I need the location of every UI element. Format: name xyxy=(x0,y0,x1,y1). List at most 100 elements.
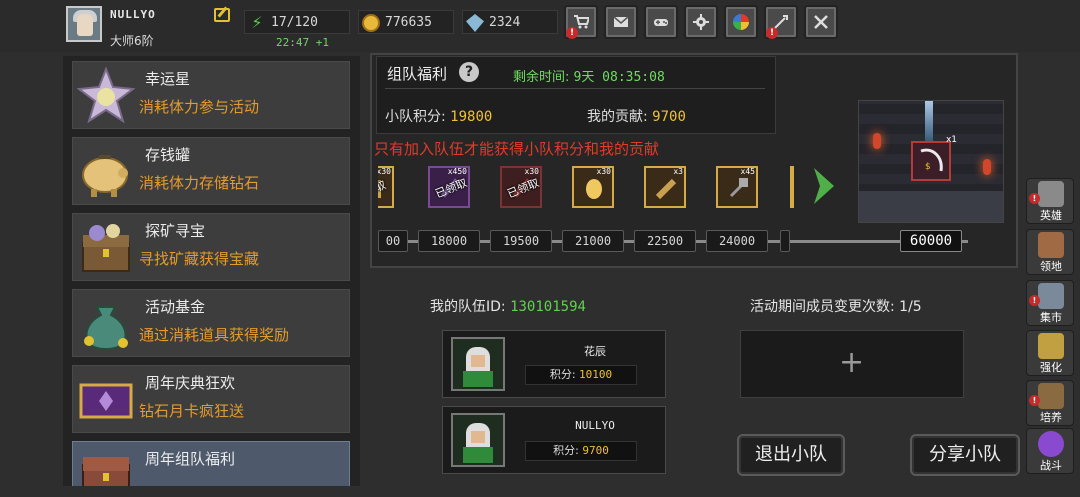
score-threshold: 24000 xyxy=(706,230,768,252)
treasure-chest-icon xyxy=(82,224,130,272)
event-list[interactable]: 幸运星 消耗体力参与活动 存钱罐 消耗体力存储钻石 探矿寻宝 寻找矿藏获得宝藏 … xyxy=(63,56,360,486)
torch-icon xyxy=(983,159,991,175)
event-item-treasure-hunt[interactable]: 探矿寻宝 寻找矿藏获得宝藏 xyxy=(72,213,350,281)
portal-icon xyxy=(1038,431,1064,457)
score-threshold: 19500 xyxy=(490,230,552,252)
reward-item-icon xyxy=(655,178,677,200)
player-rank: 大师6阶 xyxy=(110,34,154,48)
event-item-piggy-bank[interactable]: 存钱罐 消耗体力存储钻石 xyxy=(72,137,350,205)
member-score-value: 10100 xyxy=(579,368,613,381)
team-id-value: 130101594 xyxy=(510,299,586,315)
event-item-fund[interactable]: 活动基金 通过消耗道具获得奖励 xyxy=(72,289,350,357)
alert-badge: ! xyxy=(1029,193,1040,204)
add-member-slot[interactable]: + xyxy=(740,330,964,398)
reward-item[interactable]: x450 已领取 xyxy=(428,166,470,208)
alert-badge: ! xyxy=(1029,295,1040,306)
team-member-card[interactable]: 花辰 积分: 10100 xyxy=(442,330,666,398)
member-name: NULLYO xyxy=(575,419,615,432)
event-item-desc: 消耗体力存储钻石 xyxy=(139,174,260,192)
team-id: 我的队伍ID: 130101594 xyxy=(430,296,586,316)
swords-icon xyxy=(814,15,828,29)
card-icon xyxy=(79,383,133,419)
event-item-title: 周年庆典狂欢 xyxy=(145,374,236,392)
event-item-title: 周年组队福利 xyxy=(145,450,236,468)
member-score-value: 9700 xyxy=(582,444,609,457)
player-name: NULLYO xyxy=(110,8,156,21)
stamina-value: 17/120 xyxy=(271,15,318,30)
edit-name-icon[interactable] xyxy=(214,8,230,22)
reward-item[interactable]: x30 领取 xyxy=(378,166,394,208)
helmet-icon xyxy=(1038,181,1064,207)
anvil-icon xyxy=(1038,333,1064,359)
market-icon xyxy=(1038,283,1064,309)
arrow-right-icon[interactable] xyxy=(812,164,836,208)
reward-item[interactable]: x30 已领取 xyxy=(500,166,542,208)
battle-button[interactable] xyxy=(804,5,838,39)
team-id-label: 我的队伍ID: xyxy=(430,299,511,315)
grand-prize-item[interactable]: $ x1 xyxy=(911,135,957,181)
grand-prize-preview[interactable]: $ x1 xyxy=(858,100,1004,223)
side-nav-label: 培养 xyxy=(1040,411,1062,424)
member-avatar xyxy=(451,337,505,391)
side-nav-item[interactable]: ! 集市 xyxy=(1026,280,1074,326)
side-nav-item[interactable]: ! 英雄 xyxy=(1026,178,1074,224)
piggy-bank-icon xyxy=(82,155,128,197)
side-nav-item[interactable]: 领地 xyxy=(1026,229,1074,275)
member-avatar xyxy=(451,413,505,467)
money-bag-icon xyxy=(84,306,128,351)
event-item-team-welfare[interactable]: 周年组队福利 xyxy=(72,441,350,486)
score-threshold: 00 xyxy=(378,230,408,252)
plus-icon: + xyxy=(839,345,865,380)
reward-count: x45 xyxy=(740,167,755,176)
player-avatar[interactable] xyxy=(66,6,102,42)
lightning-icon: ⚡ xyxy=(251,13,263,32)
grand-prize-count: x1 xyxy=(945,135,957,145)
event-item-desc: 消耗体力参与活动 xyxy=(139,98,260,116)
event-item-title: 探矿寻宝 xyxy=(145,222,206,240)
castle-icon xyxy=(1038,232,1064,258)
event-item-desc: 通过消耗道具获得奖励 xyxy=(139,326,290,344)
score-threshold: 21000 xyxy=(562,230,624,252)
reward-item[interactable]: x3 xyxy=(644,166,686,208)
side-nav-item[interactable]: 强化 xyxy=(1026,330,1074,376)
alert-badge: ! xyxy=(1029,395,1040,406)
event-item-desc: 钻石月卡疯狂送 xyxy=(139,402,245,420)
side-nav-item[interactable]: 战斗 xyxy=(1026,428,1074,474)
team-member-card[interactable]: NULLYO 积分: 9700 xyxy=(442,406,666,474)
member-score: 积分: 9700 xyxy=(525,441,637,461)
hammer-icon xyxy=(1038,383,1064,409)
stamina-timer: 22:47 +1 xyxy=(276,36,329,49)
event-item-lucky-star[interactable]: 幸运星 消耗体力参与活动 xyxy=(72,61,350,129)
reward-item[interactable]: x45 xyxy=(716,166,758,208)
share-team-button[interactable]: 分享小队 xyxy=(910,434,1020,476)
reward-item-icon xyxy=(586,179,602,199)
side-nav-label: 集市 xyxy=(1040,311,1062,324)
member-score-label: 积分: xyxy=(549,368,580,381)
side-nav-label: 英雄 xyxy=(1040,209,1062,222)
lucky-star-icon xyxy=(77,67,135,124)
member-score-label: 积分: xyxy=(553,444,583,457)
event-item-title: 活动基金 xyxy=(145,298,206,316)
side-nav-item[interactable]: ! 培养 xyxy=(1026,380,1074,426)
member-name: 花辰 xyxy=(584,345,606,358)
leave-team-button[interactable]: 退出小队 xyxy=(737,434,845,476)
member-score: 积分: 10100 xyxy=(525,365,637,385)
reward-count: x3 xyxy=(673,167,683,176)
reward-item-icon xyxy=(729,178,748,198)
threshold-marker xyxy=(780,230,790,252)
event-item-title: 存钱罐 xyxy=(145,146,191,164)
reward-count: x30 xyxy=(596,167,611,176)
member-change-count: 活动期间成员变更次数: 1/5 xyxy=(750,299,922,315)
event-item-title: 幸运星 xyxy=(145,70,191,88)
weapon-scroll-icon: $ xyxy=(920,148,943,172)
stamina-counter[interactable]: ⚡ 17/120 xyxy=(244,10,350,34)
score-threshold: 22500 xyxy=(634,230,696,252)
svg-text:$: $ xyxy=(925,162,931,172)
side-nav-label: 战斗 xyxy=(1040,459,1062,472)
torch-icon xyxy=(873,133,881,149)
reward-slot-edge xyxy=(790,166,794,208)
chest-icon xyxy=(82,457,130,486)
reward-item[interactable]: x30 xyxy=(572,166,614,208)
event-item-anniversary-carnival[interactable]: 周年庆典狂欢 钻石月卡疯狂送 xyxy=(72,365,350,433)
event-item-desc: 寻找矿藏获得宝藏 xyxy=(139,250,260,268)
